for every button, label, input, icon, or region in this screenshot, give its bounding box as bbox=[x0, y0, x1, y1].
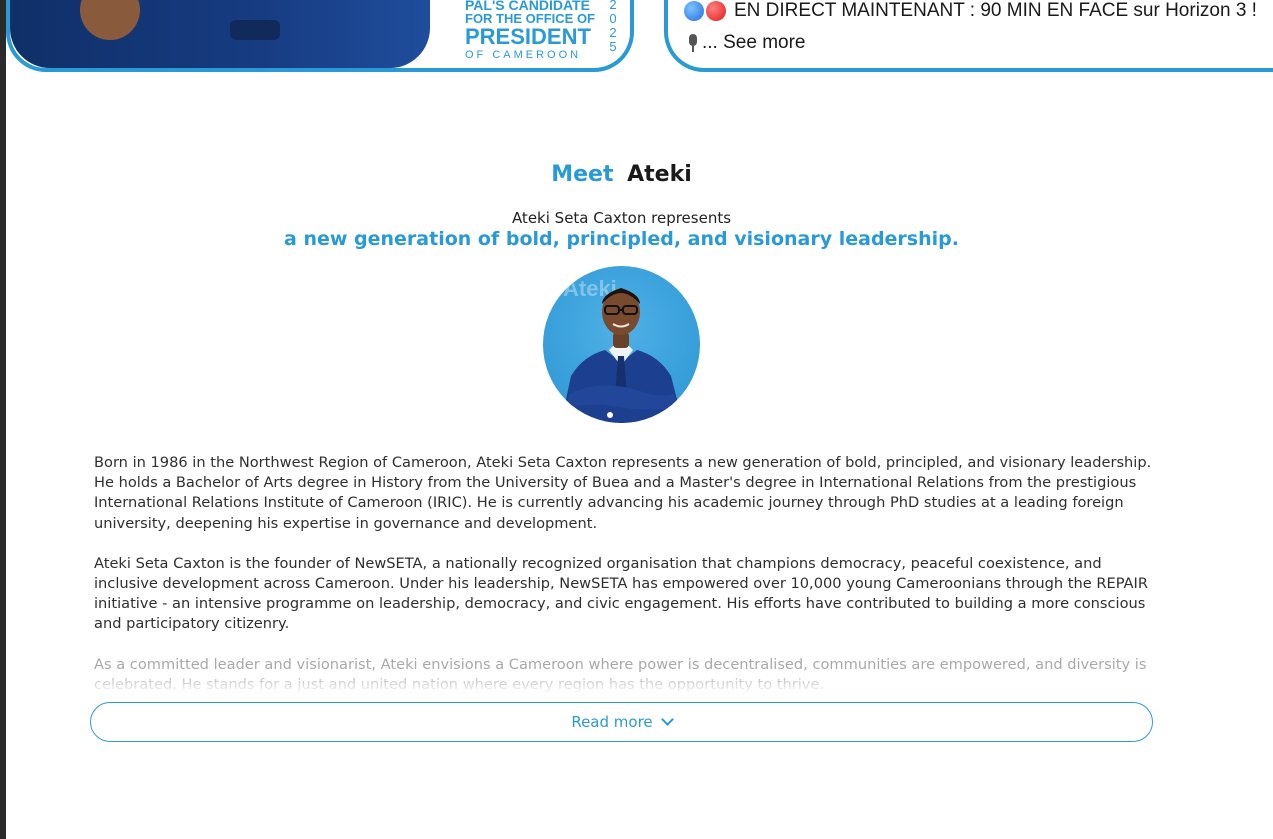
window-edge bbox=[0, 0, 6, 839]
live-post-line: EN DIRECT MAINTENANT : 90 MIN EN FACE su… bbox=[684, 0, 1257, 22]
bio-paragraph: Born in 1986 in the Northwest Region of … bbox=[94, 454, 1152, 532]
blue-circle-icon bbox=[684, 1, 704, 21]
year-digit: 5 bbox=[609, 39, 617, 54]
year-digit: 0 bbox=[609, 11, 617, 26]
candidate-hand bbox=[80, 0, 140, 40]
red-circle-icon bbox=[706, 1, 726, 21]
microphone-icon bbox=[688, 34, 698, 52]
jacket-buttons bbox=[230, 20, 280, 40]
candidate-photo-strip bbox=[10, 0, 430, 68]
section-title-accent: Meet bbox=[551, 162, 614, 187]
section-tagline: a new generation of bold, principled, an… bbox=[284, 228, 959, 250]
year-digit: 2 bbox=[609, 25, 617, 40]
live-post-card: EN DIRECT MAINTENANT : 90 MIN EN FACE su… bbox=[664, 0, 1273, 72]
read-more-button[interactable]: Read more bbox=[90, 702, 1153, 742]
live-post-text: EN DIRECT MAINTENANT : 90 MIN EN FACE su… bbox=[734, 0, 1257, 21]
section-title: Meet Ateki bbox=[0, 162, 1243, 187]
see-more-link[interactable]: ... See more bbox=[702, 32, 806, 54]
section-title-name: Ateki bbox=[627, 162, 692, 187]
bio-paragraph: Ateki Seta Caxton is the founder of NewS… bbox=[94, 554, 1148, 633]
campaign-poster-text: PAL'S CANDIDATE FOR THE OFFICE OF PRESID… bbox=[465, 0, 630, 68]
biography: Born in 1986 in the Northwest Region of … bbox=[94, 453, 1156, 715]
see-more-line[interactable]: ... See more bbox=[688, 32, 806, 54]
campaign-banner-card[interactable]: PAL'S CANDIDATE FOR THE OFFICE OF PRESID… bbox=[6, 0, 634, 72]
candidate-portrait: Ateki bbox=[543, 266, 700, 423]
read-more-label: Read more bbox=[571, 713, 653, 731]
section-intro: Ateki Seta Caxton represents bbox=[511, 209, 732, 227]
bio-paragraph-faded: As a committed leader and visionarist, A… bbox=[94, 655, 1156, 695]
candidate-figure bbox=[561, 288, 683, 423]
chevron-down-icon bbox=[660, 713, 674, 726]
poster-year-digits: 2 0 2 5 bbox=[607, 0, 619, 54]
